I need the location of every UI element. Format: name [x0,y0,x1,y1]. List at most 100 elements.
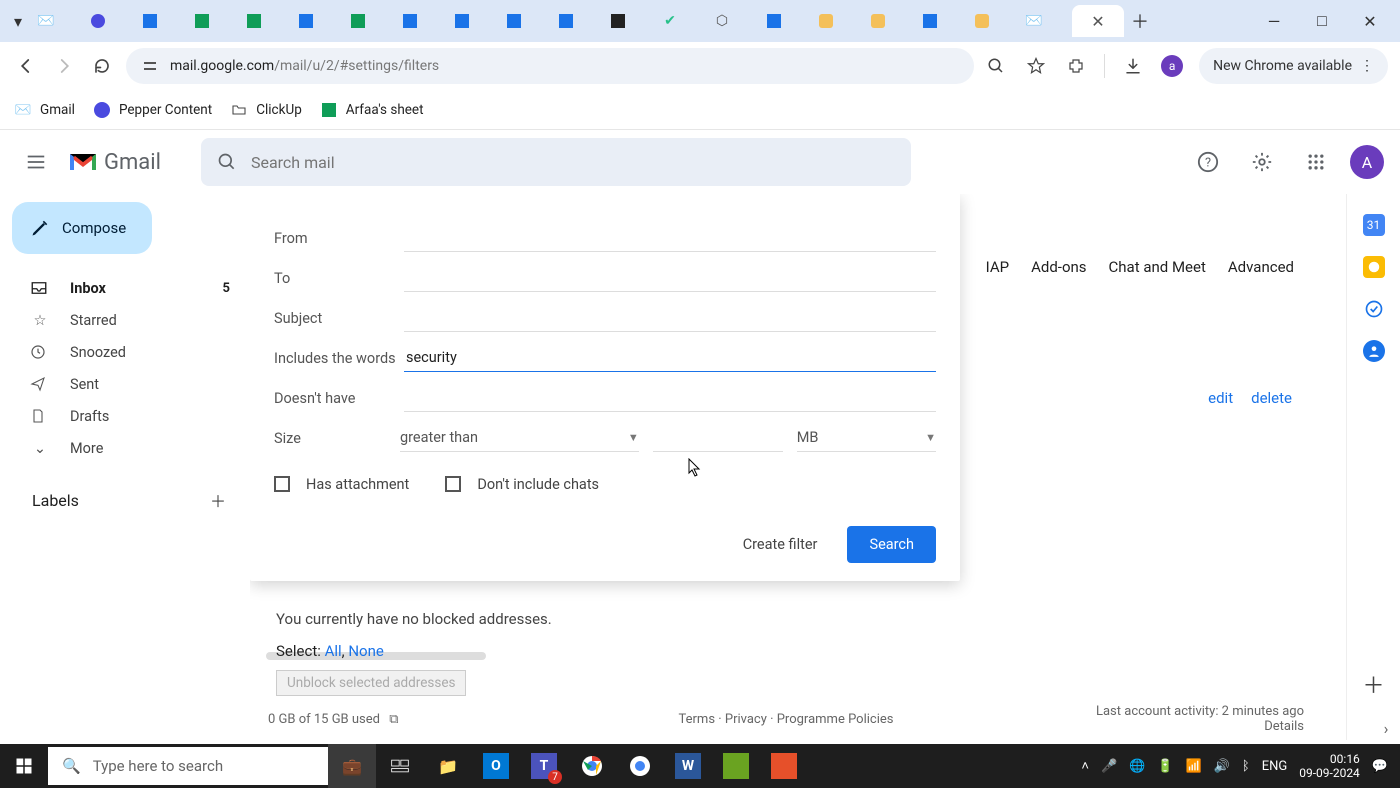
browser-tab[interactable] [396,5,446,37]
tray-volume-icon[interactable]: 🔊 [1214,759,1230,774]
taskbar-word[interactable]: W [664,744,712,788]
browser-tab[interactable] [448,5,498,37]
browser-tab[interactable] [604,5,654,37]
sidebar-item-drafts[interactable]: Drafts [8,400,250,432]
search-bar[interactable] [201,138,911,186]
size-operator-select[interactable]: greater than▼ [400,424,639,452]
main-menu-button[interactable] [16,142,56,182]
browser-tab[interactable]: ✉️ [1020,5,1070,37]
sidebar-item-starred[interactable]: ☆Starred [8,304,250,336]
tab-imap[interactable]: IAP [986,258,1009,276]
hide-sidepanel-button[interactable]: › [1374,716,1398,740]
tab-advanced[interactable]: Advanced [1228,258,1294,276]
browser-tab[interactable] [916,5,966,37]
compose-button[interactable]: Compose [12,202,152,254]
keep-icon[interactable] [1363,256,1385,278]
select-none-link[interactable]: None [348,642,384,660]
zoom-icon[interactable] [984,54,1008,78]
browser-profile-avatar[interactable]: a [1161,55,1183,77]
downloads-icon[interactable] [1121,54,1145,78]
tray-bluetooth-icon[interactable]: ᛒ [1242,759,1250,774]
bookmark-clickup[interactable]: ClickUp [230,101,302,119]
tray-wifi-icon[interactable]: 📶 [1186,759,1202,774]
browser-tab[interactable]: ✉️ [32,5,82,37]
select-all-link[interactable]: All [325,642,342,660]
account-avatar[interactable]: A [1350,145,1384,179]
minimize-button[interactable]: — [1262,9,1286,33]
browser-tab[interactable] [968,5,1018,37]
apps-grid-icon[interactable] [1296,142,1336,182]
browser-tab[interactable] [552,5,602,37]
tray-notifications-icon[interactable]: 💬 [1372,759,1388,774]
tray-language[interactable]: ENG [1262,759,1288,774]
close-tab-icon[interactable]: ✕ [1091,12,1104,31]
site-info-icon[interactable] [140,56,160,76]
sidebar-item-sent[interactable]: Sent [8,368,250,400]
search-input[interactable] [251,153,895,172]
taskbar-chrome-2[interactable] [616,744,664,788]
taskbar-taskview[interactable] [376,744,424,788]
size-unit-select[interactable]: MB▼ [797,424,936,452]
from-input[interactable] [404,224,936,252]
new-tab-button[interactable]: ＋ [1126,7,1154,35]
search-button[interactable]: Search [847,526,936,563]
taskbar-explorer[interactable]: 📁 [424,744,472,788]
chrome-update-button[interactable]: New Chrome available⋮ [1199,48,1388,84]
taskbar-teams[interactable]: T7 [520,744,568,788]
browser-tab[interactable] [344,5,394,37]
taskbar-briefcase[interactable]: 💼 [328,744,376,788]
taskbar-app-orange[interactable] [760,744,808,788]
reload-button[interactable] [88,52,116,80]
browser-tab[interactable] [136,5,186,37]
browser-tab[interactable] [84,5,134,37]
browser-tab[interactable] [760,5,810,37]
delete-filter-link[interactable]: delete [1251,389,1292,407]
forward-button[interactable] [50,52,78,80]
to-input[interactable] [404,264,936,292]
browser-tab[interactable] [240,5,290,37]
sidebar-item-inbox[interactable]: Inbox5 [8,272,250,304]
taskbar-search[interactable]: 🔍Type here to search [48,747,328,785]
has-attachment-checkbox[interactable]: Has attachment [274,476,409,493]
sidebar-item-more[interactable]: ⌄More [8,432,250,464]
bookmark-star-icon[interactable] [1024,54,1048,78]
tray-mic-icon[interactable]: 🎤 [1101,759,1117,774]
edit-filter-link[interactable]: edit [1208,389,1233,407]
add-label-button[interactable]: ＋ [210,488,226,512]
browser-tab-active[interactable]: ✕ [1072,5,1124,37]
browser-tab[interactable]: ⬡ [708,5,758,37]
browser-tab[interactable]: ✔ [656,5,706,37]
browser-tab[interactable] [500,5,550,37]
help-icon[interactable]: ? [1188,142,1228,182]
bookmark-arfaa-sheet[interactable]: Arfaa's sheet [320,101,424,119]
footer-links[interactable]: Terms · Privacy · Programme Policies [679,712,894,727]
tray-battery-icon[interactable]: 🔋 [1157,759,1173,774]
settings-gear-icon[interactable] [1242,142,1282,182]
tasks-icon[interactable] [1363,298,1385,320]
create-filter-button[interactable]: Create filter [735,526,826,563]
tray-globe-icon[interactable]: 🌐 [1129,759,1145,774]
tab-addons[interactable]: Add-ons [1031,258,1086,276]
search-icon[interactable] [217,152,237,172]
tray-clock[interactable]: 00:1609-09-2024 [1299,752,1360,781]
no-chats-checkbox[interactable]: Don't include chats [445,476,599,493]
taskbar-chrome[interactable] [568,744,616,788]
tab-chat-meet[interactable]: Chat and Meet [1109,258,1206,276]
bookmark-pepper[interactable]: Pepper Content [93,101,212,119]
taskbar-app-green[interactable] [712,744,760,788]
browser-tab[interactable] [812,5,862,37]
subject-input[interactable] [404,304,936,332]
contacts-icon[interactable] [1363,340,1385,362]
gmail-logo[interactable]: Gmail [68,150,161,175]
taskbar-outlook[interactable]: O [472,744,520,788]
address-bar[interactable]: mail.google.com/mail/u/2/#settings/filte… [126,48,974,84]
extensions-icon[interactable] [1064,54,1088,78]
size-value-input[interactable] [653,424,783,452]
back-button[interactable] [12,52,40,80]
tray-chevron-icon[interactable]: ˄ [1081,758,1089,774]
includes-input[interactable] [404,344,936,372]
maximize-button[interactable]: □ [1310,9,1334,33]
browser-tab[interactable] [864,5,914,37]
calendar-icon[interactable]: 31 [1363,214,1385,236]
browser-tab[interactable] [292,5,342,37]
